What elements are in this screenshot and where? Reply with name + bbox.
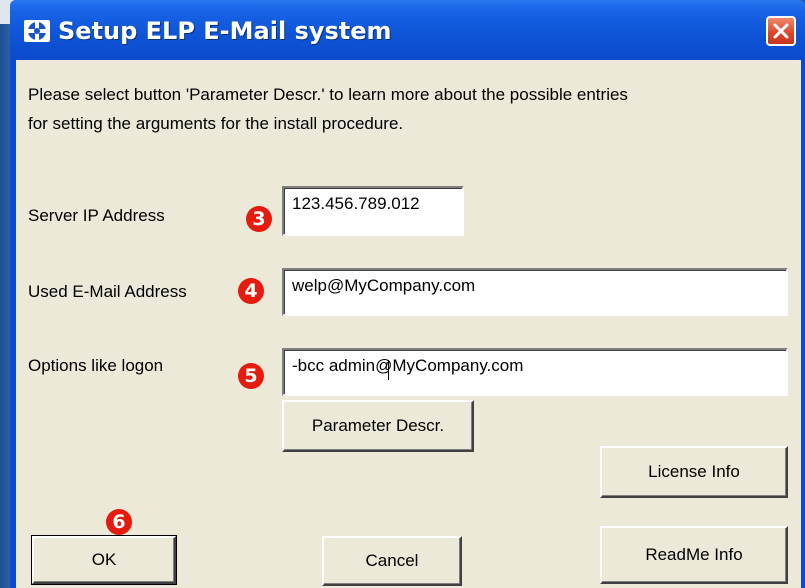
ok-button[interactable]: OK (31, 535, 177, 585)
cancel-button[interactable]: Cancel (322, 536, 462, 586)
options-input[interactable]: -bcc admin@MyCompany.com (282, 348, 788, 396)
instructions-line-2: for setting the arguments for the instal… (28, 114, 404, 133)
server-ip-label: Server IP Address (28, 206, 165, 225)
step-badge-6: 6 (106, 509, 132, 535)
window-title: Setup ELP E-Mail system (58, 17, 392, 45)
parameter-descr-button[interactable]: Parameter Descr. (282, 400, 474, 452)
step-badge-5: 5 (238, 363, 264, 389)
setup-dialog: Setup ELP E-Mail system Please select bu… (10, 0, 805, 588)
step-badge-3: 3 (246, 206, 272, 232)
title-bar[interactable]: Setup ELP E-Mail system (10, 0, 805, 60)
server-ip-input[interactable]: 123.456.789.012 (282, 186, 464, 236)
email-address-input[interactable]: welp@MyCompany.com (282, 268, 788, 316)
options-label: Options like logon (28, 356, 164, 375)
instructions-line-1: Please select button 'Parameter Descr.' … (28, 85, 628, 104)
license-info-button[interactable]: License Info (600, 446, 788, 498)
close-button[interactable] (766, 16, 796, 46)
text-cursor (388, 360, 389, 380)
close-icon (773, 23, 789, 39)
instructions-text: Please select button 'Parameter Descr.' … (28, 80, 788, 138)
app-gear-icon (24, 20, 50, 42)
readme-info-button[interactable]: ReadMe Info (600, 526, 788, 584)
email-address-label: Used E-Mail Address (28, 282, 187, 301)
dialog-client-area: Please select button 'Parameter Descr.' … (16, 60, 801, 588)
step-badge-4: 4 (238, 278, 264, 304)
